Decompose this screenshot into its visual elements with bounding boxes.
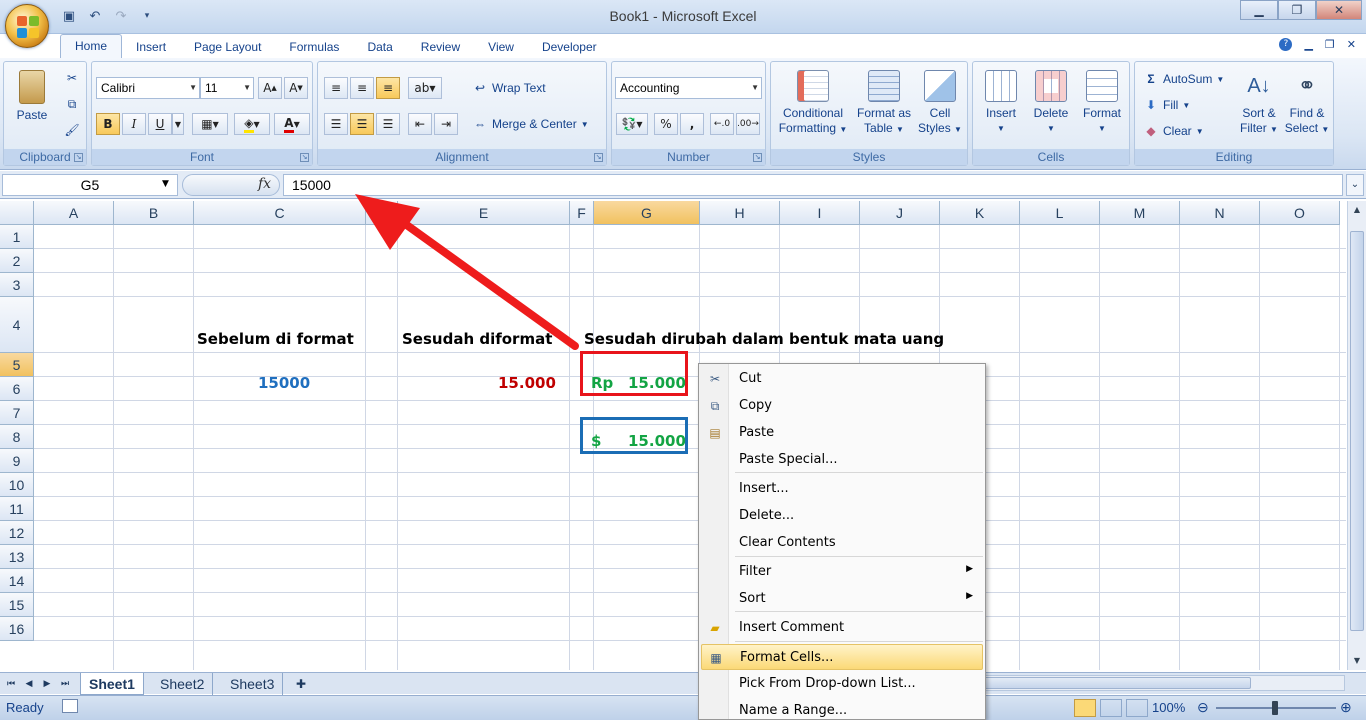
sheet-tab-sheet2[interactable]: Sheet2 (152, 673, 214, 695)
next-sheet-icon[interactable]: ▶ (40, 676, 54, 692)
menu-label: Name a Range... (739, 703, 848, 718)
submenu-arrow-icon: ▶ (966, 591, 973, 601)
menu-item-name-range[interactable]: Name a Range... (701, 698, 983, 720)
menu-item-sort[interactable]: Sort ▶ (701, 586, 983, 612)
menu-label: Pick From Drop-down List... (739, 676, 916, 691)
menu-item-filter[interactable]: Filter ▶ (701, 559, 983, 585)
normal-view-icon[interactable] (1074, 699, 1096, 717)
menu-label: Paste (739, 425, 775, 440)
first-sheet-icon[interactable]: ⏮ (4, 676, 18, 692)
scroll-up-icon[interactable]: ▲ (1350, 202, 1364, 218)
office-button[interactable] (5, 4, 49, 48)
vertical-scroll-thumb[interactable] (1350, 231, 1364, 631)
page-break-view-icon[interactable] (1126, 699, 1148, 717)
menu-label: Paste Special... (739, 452, 838, 467)
zoom-out-icon[interactable]: ⊖ (1197, 699, 1209, 716)
vertical-scrollbar[interactable]: ▲ ▼ (1347, 201, 1366, 670)
arrow-head (355, 194, 420, 250)
prev-sheet-icon[interactable]: ◀ (22, 676, 36, 692)
menu-label: Delete... (739, 508, 795, 523)
menu-label: Insert Comment (739, 620, 845, 635)
menu-item-pick-from-list[interactable]: Pick From Drop-down List... (701, 671, 983, 697)
menu-item-format-cells[interactable]: ▦ Format Cells... (701, 644, 983, 670)
copy-icon: ⧉ (710, 399, 720, 413)
menu-item-delete[interactable]: Delete... (701, 503, 983, 529)
menu-separator (735, 611, 983, 612)
menu-item-insert-comment[interactable]: ▰ Insert Comment (701, 615, 983, 641)
arrow-shaft (386, 209, 579, 350)
format-cells-icon: ▦ (710, 651, 722, 665)
zoom-level[interactable]: 100% (1152, 700, 1185, 715)
menu-item-paste-special[interactable]: Paste Special... (701, 447, 983, 473)
menu-separator (735, 472, 983, 473)
context-menu: ✂ Cut ⧉ Copy ▤ Paste Paste Special... In… (698, 363, 986, 720)
menu-label: Sort (739, 591, 766, 606)
status-mode: Ready (6, 700, 44, 715)
menu-item-paste[interactable]: ▤ Paste (701, 420, 983, 446)
zoom-slider-handle[interactable] (1272, 701, 1278, 715)
last-sheet-icon[interactable]: ⏭ (58, 676, 72, 692)
menu-label: Format Cells... (740, 650, 834, 665)
menu-item-copy[interactable]: ⧉ Copy (701, 393, 983, 419)
paste-icon: ▤ (709, 426, 721, 440)
page-layout-view-icon[interactable] (1100, 699, 1122, 717)
menu-label: Copy (739, 398, 772, 413)
sheet-tab-sheet3[interactable]: Sheet3 (222, 673, 284, 695)
zoom-in-icon[interactable]: ⊕ (1340, 699, 1352, 716)
menu-separator (735, 556, 983, 557)
insert-sheet-icon[interactable]: ✚ (288, 673, 314, 695)
menu-label: Clear Contents (739, 535, 836, 550)
menu-item-cut[interactable]: ✂ Cut (701, 366, 983, 392)
scissors-icon: ✂ (709, 372, 721, 386)
menu-item-clear-contents[interactable]: Clear Contents (701, 530, 983, 556)
menu-label: Insert... (739, 481, 789, 496)
menu-label: Filter (739, 564, 772, 579)
sheet-tab-sheet1[interactable]: Sheet1 (80, 673, 144, 695)
status-bar: Ready 100% ⊖ ⊕ (0, 695, 1366, 720)
menu-separator (735, 641, 983, 642)
scroll-down-icon[interactable]: ▼ (1350, 653, 1364, 669)
annotation-arrow (355, 194, 579, 350)
office-logo-icon (17, 16, 39, 38)
submenu-arrow-icon: ▶ (966, 564, 973, 574)
menu-label: Cut (739, 371, 762, 386)
menu-item-insert[interactable]: Insert... (701, 476, 983, 502)
comment-icon: ▰ (710, 621, 720, 635)
macro-record-icon[interactable] (62, 699, 78, 713)
